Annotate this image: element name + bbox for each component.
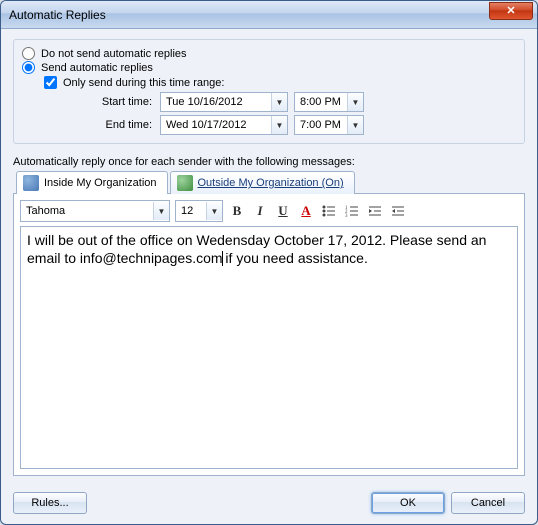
content-area: Do not send automatic replies Send autom…	[1, 29, 537, 484]
font-size-value: 12	[176, 205, 206, 217]
start-time-combo[interactable]: 8:00 PM ▼	[294, 92, 364, 112]
tab-inside-label: Inside My Organization	[44, 177, 157, 189]
option-dont-send-label: Do not send automatic replies	[41, 48, 187, 60]
options-group: Do not send automatic replies Send autom…	[13, 39, 525, 144]
font-color-button[interactable]: A	[297, 202, 315, 220]
option-send[interactable]: Send automatic replies	[22, 61, 516, 74]
editor-toolbar: Tahoma ▼ 12 ▼ B I U A 123	[20, 200, 518, 222]
dropdown-icon: ▼	[271, 93, 287, 111]
dropdown-icon: ▼	[206, 202, 222, 220]
option-only-range[interactable]: Only send during this time range:	[44, 76, 516, 89]
dialog-footer: Rules... OK Cancel	[1, 484, 537, 524]
bold-button[interactable]: B	[228, 202, 246, 220]
checkbox-only-range[interactable]	[44, 76, 57, 89]
italic-button[interactable]: I	[251, 202, 269, 220]
dropdown-icon: ▼	[153, 202, 169, 220]
window-title: Automatic Replies	[9, 8, 489, 22]
ok-button[interactable]: OK	[371, 492, 445, 514]
start-time-label: Start time:	[82, 96, 152, 108]
row-start-time: Start time: Tue 10/16/2012 ▼ 8:00 PM ▼	[82, 92, 516, 112]
start-time-value: 8:00 PM	[295, 96, 347, 108]
end-time-combo[interactable]: 7:00 PM ▼	[294, 115, 364, 135]
radio-send[interactable]	[22, 61, 35, 74]
tabs: Inside My Organization Outside My Organi…	[13, 170, 525, 193]
dropdown-icon: ▼	[347, 93, 363, 111]
globe-icon	[177, 175, 193, 191]
dropdown-icon: ▼	[271, 116, 287, 134]
people-icon	[23, 175, 39, 191]
font-combo[interactable]: Tahoma ▼	[20, 200, 170, 222]
close-icon: ✕	[506, 4, 515, 17]
option-only-range-label: Only send during this time range:	[63, 77, 224, 89]
tab-outside-organization[interactable]: Outside My Organization (On)	[170, 171, 355, 194]
tab-outside-label: Outside My Organization (On)	[198, 177, 344, 189]
svg-text:3: 3	[345, 214, 348, 217]
bullet-list-button[interactable]	[320, 202, 338, 220]
numbered-list-button[interactable]: 123	[343, 202, 361, 220]
start-date-value: Tue 10/16/2012	[161, 96, 271, 108]
option-dont-send[interactable]: Do not send automatic replies	[22, 47, 516, 60]
row-end-time: End time: Wed 10/17/2012 ▼ 7:00 PM ▼	[82, 115, 516, 135]
message-body-text-after: if you need assistance.	[222, 250, 368, 266]
option-send-label: Send automatic replies	[41, 62, 153, 74]
end-time-label: End time:	[82, 119, 152, 131]
end-date-combo[interactable]: Wed 10/17/2012 ▼	[160, 115, 288, 135]
decrease-indent-button[interactable]	[366, 202, 384, 220]
tab-inside-organization[interactable]: Inside My Organization	[16, 171, 168, 194]
section-label: Automatically reply once for each sender…	[13, 156, 525, 168]
close-button[interactable]: ✕	[489, 2, 533, 20]
increase-indent-button[interactable]	[389, 202, 407, 220]
start-date-combo[interactable]: Tue 10/16/2012 ▼	[160, 92, 288, 112]
font-size-combo[interactable]: 12 ▼	[175, 200, 223, 222]
cancel-button[interactable]: Cancel	[451, 492, 525, 514]
radio-dont-send[interactable]	[22, 47, 35, 60]
dropdown-icon: ▼	[347, 116, 363, 134]
automatic-replies-dialog: Automatic Replies ✕ Do not send automati…	[0, 0, 538, 525]
editor-panel: Tahoma ▼ 12 ▼ B I U A 123	[13, 193, 525, 476]
font-value: Tahoma	[21, 205, 153, 217]
rules-button[interactable]: Rules...	[13, 492, 87, 514]
message-body[interactable]: I will be out of the office on Wedensday…	[20, 226, 518, 469]
underline-button[interactable]: U	[274, 202, 292, 220]
end-date-value: Wed 10/17/2012	[161, 119, 271, 131]
end-time-value: 7:00 PM	[295, 119, 347, 131]
titlebar[interactable]: Automatic Replies ✕	[1, 1, 537, 29]
